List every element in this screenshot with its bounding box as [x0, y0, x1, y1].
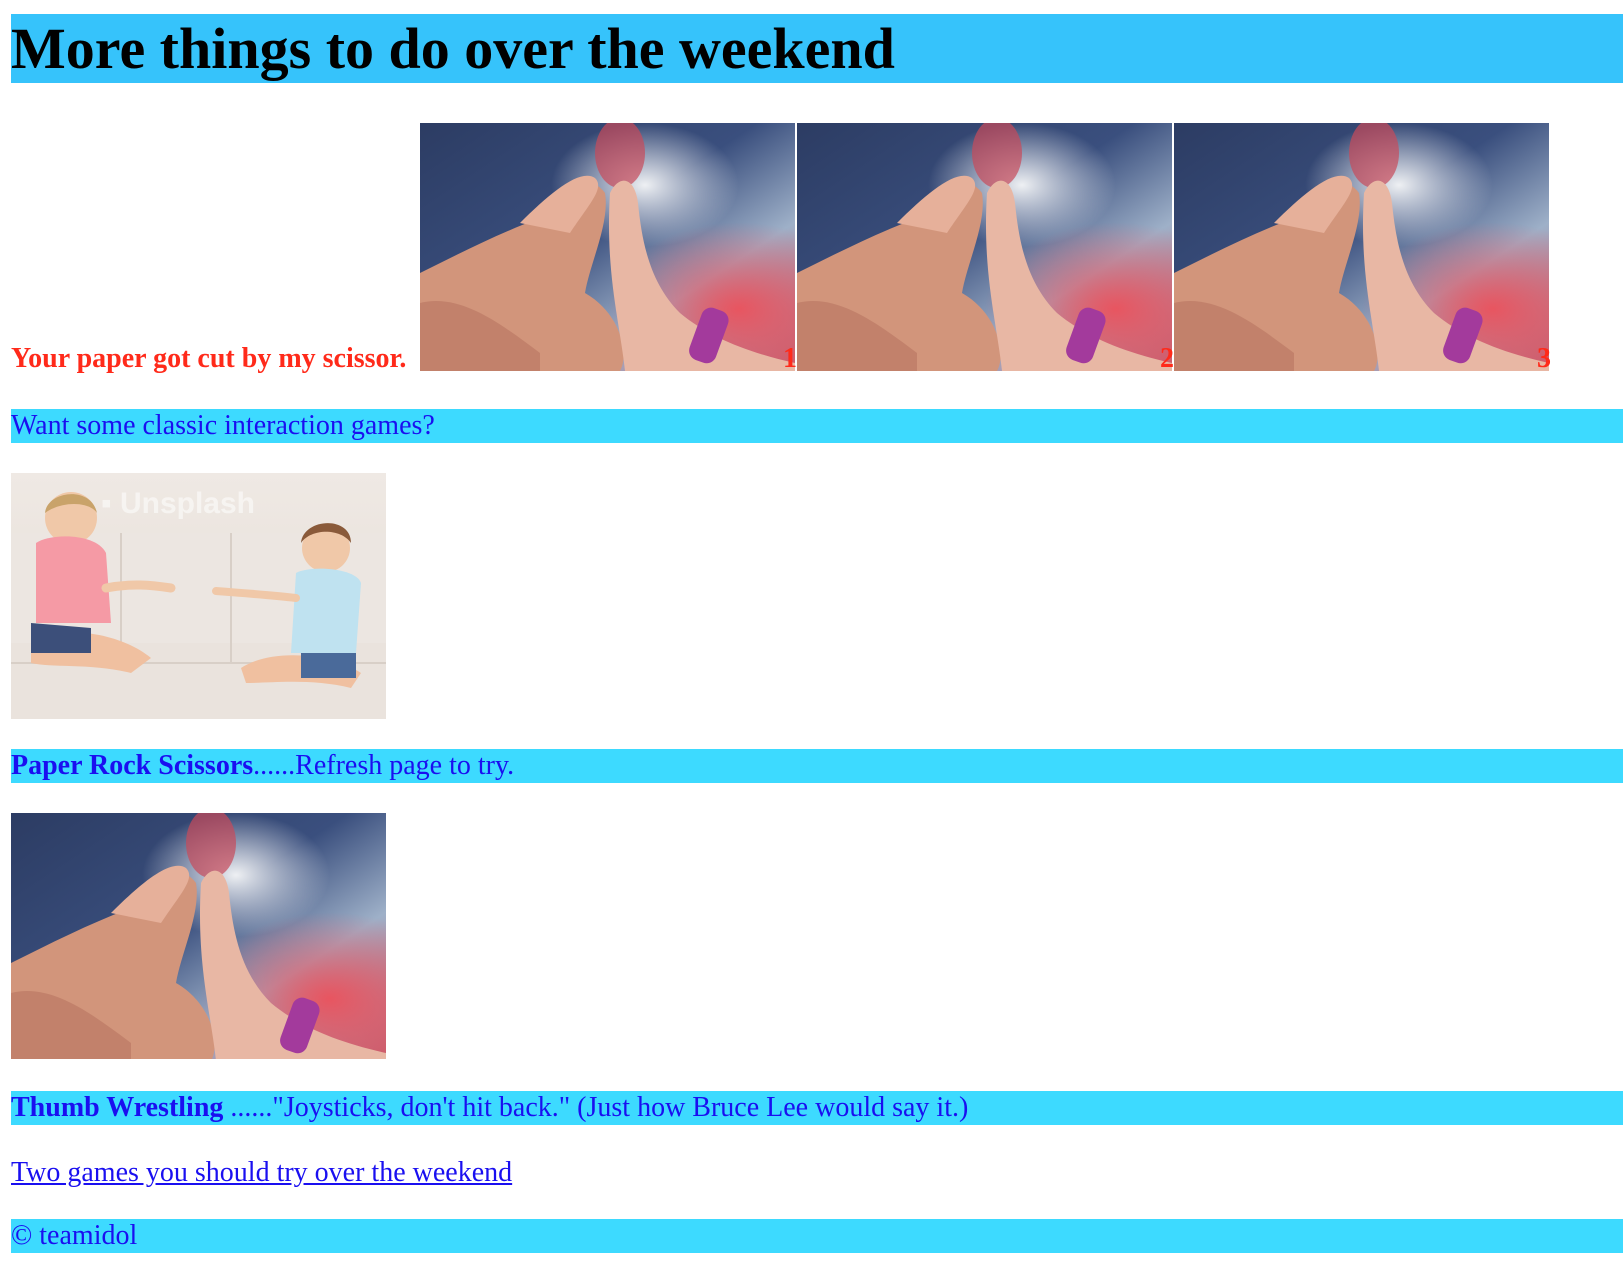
footer: © teamidol: [11, 1219, 1623, 1253]
game-image-thumb-wrestling: [11, 813, 386, 1059]
page-header: More things to do over the weekend: [11, 14, 1623, 83]
result-image-2: [797, 123, 1172, 371]
game-image-paper-rock-scissors: [11, 473, 386, 719]
game-caption-paper-rock-scissors: Paper Rock Scissors......Refresh page to…: [11, 749, 1623, 783]
games-link[interactable]: Two games you should try over the weeken…: [11, 1156, 512, 1190]
page-title: More things to do over the weekend: [11, 16, 895, 81]
game-description: ......"Joysticks, don't hit back." (Just…: [223, 1092, 969, 1123]
game-name: Paper Rock Scissors: [11, 750, 254, 781]
result-label-3: 3: [1537, 343, 1551, 374]
game-name: Thumb Wrestling: [11, 1092, 224, 1123]
intro-banner: Want some classic interaction games?: [11, 409, 1623, 443]
result-label-2: 2: [1160, 343, 1174, 374]
copyright-text: © teamidol: [11, 1220, 138, 1251]
result-message: Your paper got cut by my scissor.: [11, 343, 407, 374]
result-image-1: [420, 123, 795, 371]
game-caption-thumb-wrestling: Thumb Wrestling ......"Joysticks, don't …: [11, 1091, 1623, 1125]
game-description: ......Refresh page to try.: [253, 750, 515, 781]
result-label-1: 1: [783, 343, 797, 374]
intro-text: Want some classic interaction games?: [11, 410, 435, 441]
result-image-3: [1174, 123, 1549, 371]
